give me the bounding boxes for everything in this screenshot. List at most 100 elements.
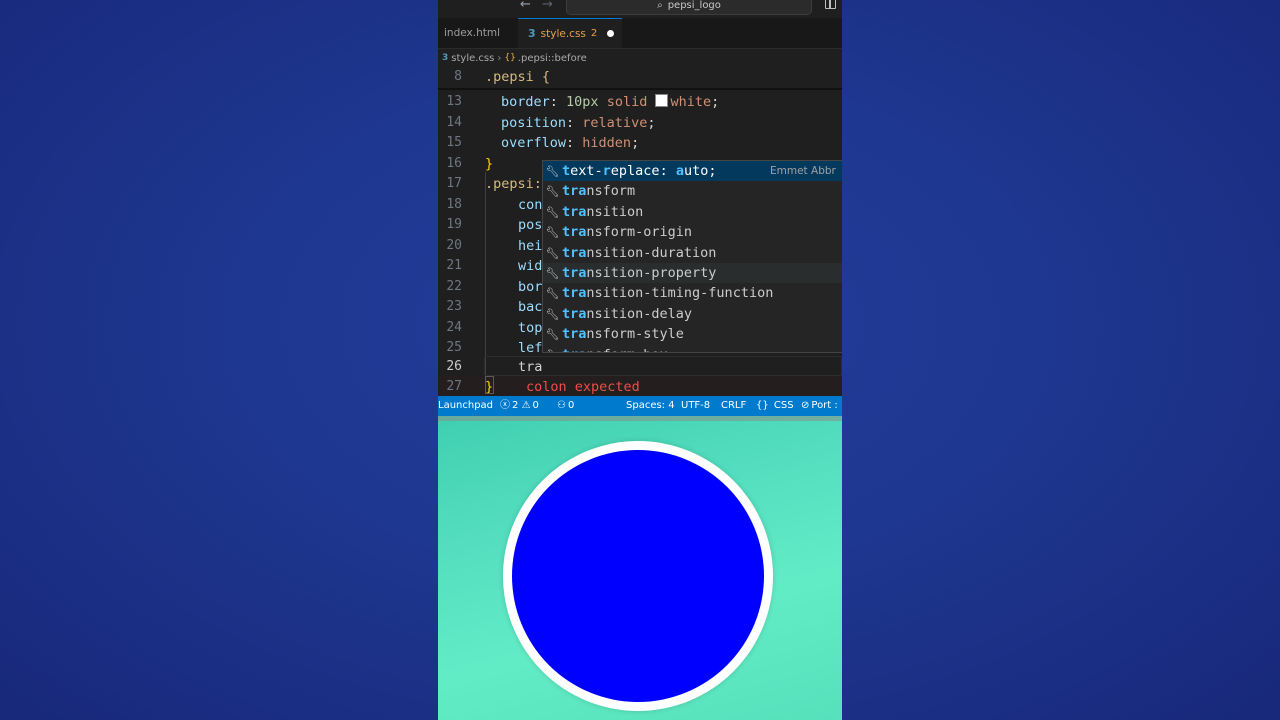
- warning-icon: ⚠: [521, 400, 531, 411]
- css-file-icon: 3: [442, 53, 449, 63]
- launchpad-item[interactable]: Launchpad: [438, 396, 493, 416]
- bracket-match-highlight: [485, 376, 494, 394]
- code-line: 15 overflow: hidden;: [438, 133, 842, 153]
- line-number: 16: [446, 155, 462, 171]
- breadcrumb-symbol[interactable]: .pepsi::before: [518, 53, 587, 64]
- port-item[interactable]: ⊘ Port :: [801, 396, 838, 416]
- color-swatch-icon[interactable]: [655, 94, 669, 107]
- breadcrumb-file[interactable]: style.css: [451, 53, 494, 64]
- tab-label: index.html: [444, 27, 500, 39]
- wrench-icon: 🔧︎: [543, 346, 562, 352]
- css-property: position: [501, 114, 567, 131]
- line-number: 22: [446, 278, 462, 294]
- braces-icon: {}: [756, 400, 769, 411]
- suggestion-item[interactable]: 🔧︎ transition-delay: [543, 304, 842, 324]
- suggestion-item[interactable]: 🔧︎ transition-property: [543, 263, 842, 284]
- line-number: 23: [446, 299, 462, 314]
- tab-style-css[interactable]: 3 style.css 2: [518, 18, 622, 48]
- css-value: white: [670, 94, 712, 110]
- broadcast-icon: ⚇: [557, 400, 566, 411]
- autocomplete-suggestions[interactable]: 🔧︎ text-replace: auto; Emmet Abbr 🔧︎ trans…: [542, 160, 842, 353]
- chevron-right-icon: ›: [497, 52, 502, 64]
- code-text: hei: [518, 237, 543, 254]
- wrench-icon: 🔧︎: [545, 205, 560, 219]
- browser-preview: [438, 416, 842, 720]
- line-number: 27: [446, 379, 462, 394]
- diagnostic-message: colon expected: [526, 379, 640, 395]
- editor-tabs: index.html 3 style.css 2: [438, 18, 842, 49]
- error-icon: ⓧ: [500, 400, 510, 411]
- back-arrow-icon[interactable]: ←: [520, 0, 531, 12]
- suggestion-item[interactable]: 🔧︎ text-replace: auto; Emmet Abbr: [543, 161, 842, 182]
- language-mode-item[interactable]: {} CSS: [756, 396, 794, 416]
- wrench-icon: 🔧︎: [545, 165, 560, 178]
- css-number: 10px: [566, 94, 599, 110]
- tab-index-html[interactable]: index.html: [438, 18, 518, 48]
- command-center-search[interactable]: ⌕ pepsi_logo: [566, 0, 812, 15]
- wrench-icon: 🔧︎: [545, 307, 560, 321]
- unsaved-dot-icon[interactable]: [607, 30, 615, 37]
- code-line: 14 position: relative;: [438, 113, 842, 133]
- code-text: bac: [518, 299, 543, 315]
- code-text: bor: [518, 278, 543, 295]
- code-text: }: [485, 155, 494, 172]
- code-text: lef: [518, 340, 543, 356]
- css-value: relative: [582, 114, 648, 131]
- suggestion-item[interactable]: 🔧︎ transform-origin: [543, 222, 842, 242]
- css-property: border: [501, 94, 550, 110]
- wrench-icon: 🔧︎: [545, 287, 560, 301]
- layout-toggle-icon[interactable]: [825, 0, 836, 9]
- css-file-icon: 3: [528, 27, 536, 40]
- code-line-current: 26 tra: [438, 357, 842, 377]
- tab-label: style.css: [540, 27, 586, 40]
- line-number: 19: [446, 217, 462, 232]
- line-number: 21: [446, 258, 462, 273]
- no-entry-icon: ⊘: [801, 400, 810, 411]
- forward-arrow-icon[interactable]: →: [542, 0, 553, 12]
- code-text: position: relative;: [501, 114, 656, 131]
- css-value: solid: [598, 94, 656, 110]
- code-editor[interactable]: 8 .pepsi { 13 border: 10px solid white; …: [438, 67, 842, 396]
- title-bar: ← → ⌕ pepsi_logo: [438, 0, 842, 18]
- encoding-item[interactable]: UTF-8: [681, 396, 710, 416]
- sticky-scroll-header[interactable]: 8 .pepsi {: [438, 67, 842, 90]
- suggestion-item[interactable]: 🔧︎ transition-timing-function: [543, 283, 842, 303]
- wrench-icon: 🔧︎: [545, 226, 560, 240]
- line-number: 8: [454, 69, 462, 84]
- ports-item[interactable]: ⚇ 0: [557, 396, 574, 416]
- suggestion-item[interactable]: 🔧︎ transform: [543, 181, 842, 201]
- suggestion-item[interactable]: 🔧︎transform-box: [543, 345, 842, 352]
- line-number: 17: [446, 176, 462, 191]
- code-line: 13 border: 10px solid white;: [438, 92, 842, 112]
- preview-divider: [438, 416, 842, 421]
- line-number: 14: [446, 114, 462, 130]
- suggestion-item[interactable]: 🔧︎ transition-duration: [543, 243, 842, 263]
- suggestion-item[interactable]: 🔧︎ transition: [543, 202, 842, 222]
- code-text: top: [518, 319, 543, 336]
- pepsi-logo-circle: [503, 441, 773, 711]
- wrench-icon: 🔧︎: [545, 328, 560, 342]
- line-number: 15: [446, 135, 462, 150]
- line-ending-item[interactable]: CRLF: [721, 396, 746, 416]
- code-text: pos: [518, 217, 543, 233]
- sticky-code: .pepsi {: [485, 69, 551, 85]
- search-icon: ⌕: [657, 0, 663, 11]
- wrench-icon: 🔧︎: [545, 246, 560, 260]
- line-number: 25: [446, 340, 462, 355]
- indentation-item[interactable]: Spaces: 4: [626, 396, 675, 416]
- code-text: con: [518, 196, 543, 213]
- wrench-icon: 🔧︎: [545, 185, 560, 199]
- line-number: 20: [446, 237, 462, 253]
- problem-count-badge: 2: [590, 28, 598, 39]
- status-bar: Launchpad ⓧ 2 ⚠ 0 ⚇ 0 Spaces: 4 UTF-8 CRLF …: [438, 396, 842, 416]
- suggestion-item[interactable]: 🔧︎ transform-style: [543, 324, 842, 344]
- code-text: .pepsi:: [485, 176, 542, 192]
- css-property: overflow: [501, 135, 567, 151]
- code-text: wid: [518, 258, 543, 274]
- line-number: 13: [446, 94, 462, 109]
- problems-item[interactable]: ⓧ 2 ⚠ 0: [500, 396, 539, 416]
- css-value: hidden: [582, 135, 632, 151]
- line-number: 24: [446, 319, 462, 335]
- symbol-icon: {}: [504, 53, 516, 63]
- code-text: border: 10px solid white;: [501, 94, 720, 110]
